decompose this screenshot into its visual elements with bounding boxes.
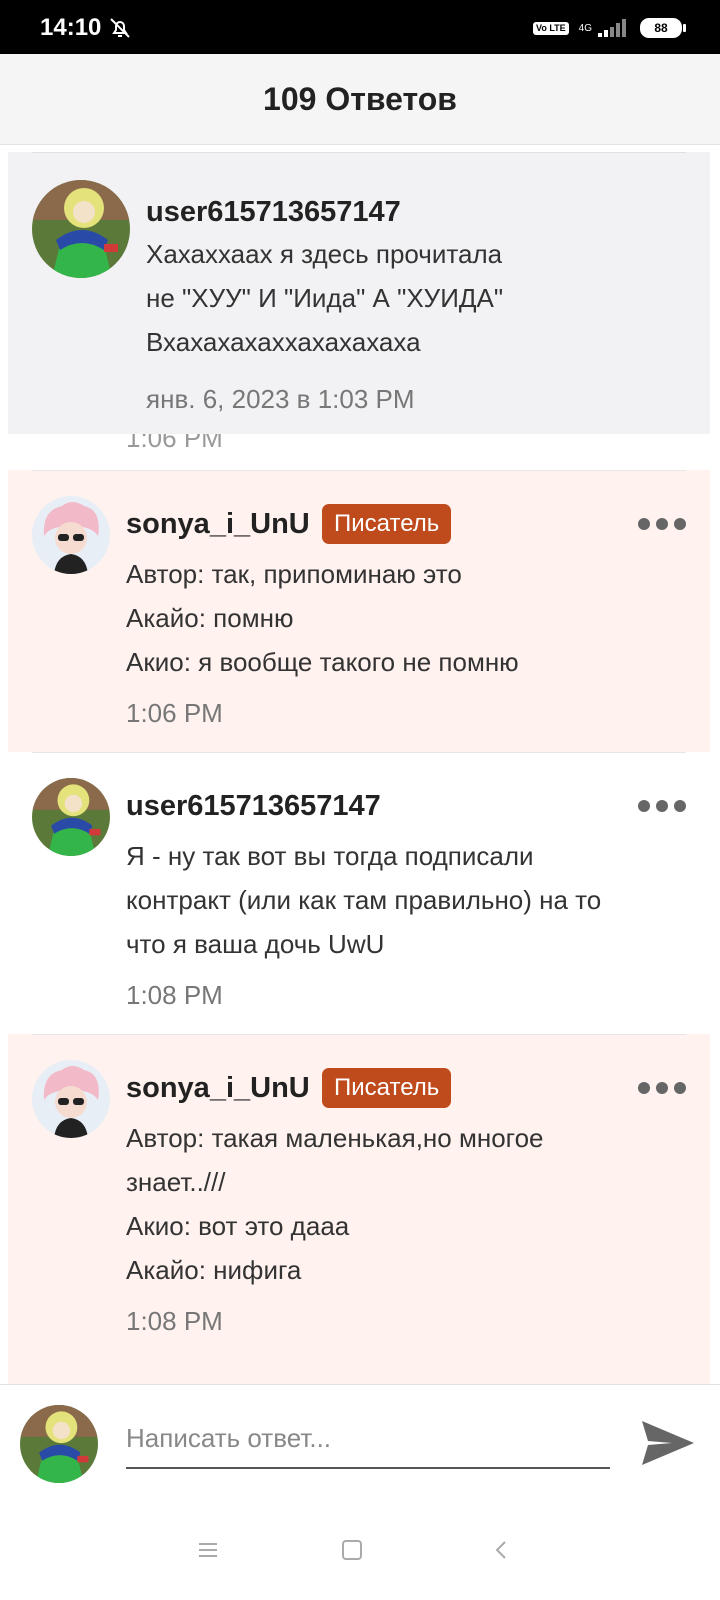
comment-line: Вхахахахаххахахахаха (146, 327, 421, 357)
comment-line: Я - ну так вот вы тогда подписали (126, 841, 534, 871)
avatar-user615713657147[interactable] (32, 778, 110, 856)
comment-timestamp: 1:08 PM (126, 1306, 223, 1336)
battery-icon: 88 (640, 18, 686, 38)
reply-bar (0, 1384, 720, 1504)
avatar-user615713657147[interactable] (32, 180, 130, 278)
comment-text: Автор: такая маленькая,но многое знает..… (126, 1116, 544, 1292)
more-options-icon[interactable] (638, 518, 686, 530)
current-user-avatar (20, 1405, 98, 1483)
comment-text: Хахаххаах я здесь прочитала не "ХУУ" И "… (146, 232, 503, 364)
more-options-icon[interactable] (638, 800, 686, 812)
divider (32, 470, 686, 471)
replies-feed[interactable]: user615713657147 Хахаххаах я здесь прочи… (0, 144, 720, 1384)
comment-item: sonya_i_UnU Писатель Автор: так, припоми… (8, 470, 710, 752)
comment-line: Автор: так, припоминаю это (126, 559, 462, 589)
send-icon[interactable] (640, 1415, 696, 1476)
volte-icon: Vo LTE (532, 21, 569, 35)
comment-line: Акио: я вообще такого не помню (126, 647, 519, 677)
reply-input[interactable] (126, 1409, 610, 1469)
page-title: 109 Ответов (263, 81, 457, 117)
parent-comment: user615713657147 Хахаххаах я здесь прочи… (8, 152, 710, 434)
comment-line: знает../// (126, 1167, 226, 1197)
comment-line: контракт (или как там правильно) на то (126, 885, 602, 915)
comment-line: Акайо: нифига (126, 1255, 302, 1285)
username[interactable]: sonya_i_UnU (126, 508, 310, 541)
nav-home-icon[interactable] (340, 1538, 364, 1567)
network-type: 4G (578, 22, 592, 34)
comment-line: Акио: вот это дааа (126, 1211, 350, 1241)
writer-badge: Писатель (322, 504, 452, 544)
avatar-sonya-i-unu[interactable] (32, 1060, 110, 1138)
comment-timestamp: янв. 6, 2023 в 1:03 PM (146, 384, 415, 414)
comment-text: Автор: так, припоминаю это Акайо: помню … (126, 552, 519, 684)
comment-timestamp: 1:08 PM (126, 980, 223, 1010)
status-time: 14:10 (40, 14, 102, 41)
username[interactable]: user615713657147 (126, 790, 381, 823)
comment-text: Я - ну так вот вы тогда подписали контра… (126, 834, 601, 966)
partial-timestamp: 1:06 PM (126, 434, 223, 452)
divider (32, 152, 686, 153)
comment-item: user615713657147 Я - ну так вот вы тогда… (8, 752, 710, 1034)
comment-line: что я ваша дочь UwU (126, 929, 385, 959)
signal-icon (598, 19, 626, 37)
writer-badge: Писатель (322, 1068, 452, 1108)
comment-line: Автор: такая маленькая,но многое (126, 1123, 544, 1153)
comment-item: sonya_i_UnU Писатель Автор: такая малень… (8, 1034, 710, 1384)
mute-bell-icon (108, 16, 132, 45)
avatar-sonya-i-unu[interactable] (32, 496, 110, 574)
divider (32, 1034, 686, 1035)
comment-timestamp: 1:06 PM (126, 698, 223, 728)
divider (32, 752, 686, 753)
more-options-icon[interactable] (638, 1082, 686, 1094)
username[interactable]: user615713657147 (146, 196, 401, 229)
nav-back-icon[interactable] (490, 1538, 514, 1567)
username[interactable]: sonya_i_UnU (126, 1072, 310, 1105)
nav-menu-icon[interactable] (196, 1538, 220, 1567)
replies-header: 109 Ответов (0, 54, 720, 145)
comment-line: не "ХУУ" И "Иида" А "ХУИДА" (146, 283, 504, 313)
system-nav-bar (0, 1502, 720, 1600)
status-bar: 14:10 Vo LTE 4G 88 (0, 0, 720, 54)
comment-line: Хахаххаах я здесь прочитала (146, 239, 503, 269)
comment-line: Акайо: помню (126, 603, 294, 633)
